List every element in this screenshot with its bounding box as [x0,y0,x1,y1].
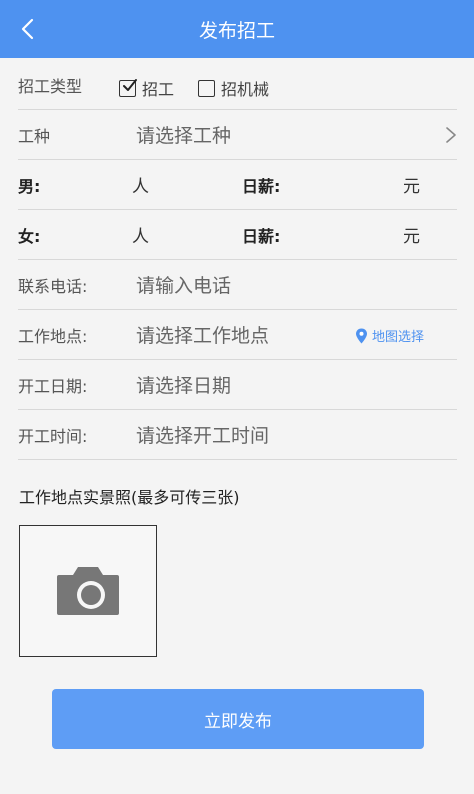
start-date-label: 开工日期: [18,376,88,396]
female-label: 女: [18,226,41,246]
checkbox-recruit-machine[interactable]: 招机械 [198,76,269,100]
submit-button[interactable]: 立即发布 [52,689,424,749]
female-wage-label: 日薪: [242,226,281,246]
app-header: 发布招工 [0,0,474,58]
location-row: 工作地点: 请选择工作地点 地图选择 [18,310,457,360]
page-title: 发布招工 [198,19,275,42]
female-row: 女: 人 日薪: 元 [18,210,457,260]
chevron-right-icon [446,127,456,143]
male-wage-label: 日薪: [242,176,281,196]
chevron-left-icon[interactable] [16,17,40,41]
female-count-unit: 人 [132,227,149,247]
job-type-label: 工种 [18,126,51,146]
location-select[interactable]: 请选择工作地点 [136,321,269,348]
camera-icon [57,567,119,615]
checkbox-unchecked-icon [198,79,215,97]
checkbox-checked-icon [119,78,137,97]
job-type-row[interactable]: 工种 请选择工种 [18,110,457,160]
male-count-unit: 人 [132,177,149,197]
checkbox-label: 招工 [142,80,175,99]
recruit-type-label: 招工类型 [18,76,83,96]
male-row: 男: 人 日薪: 元 [18,160,457,210]
checkbox-label: 招机械 [221,80,270,99]
photo-upload-box[interactable] [19,525,157,657]
phone-input[interactable]: 请输入电话 [136,271,231,298]
location-label: 工作地点: [18,326,88,346]
map-select-label: 地图选择 [372,330,425,345]
start-date-select[interactable]: 请选择日期 [136,371,231,398]
recruit-type-row: 招工类型 招工 招机械 [18,60,457,110]
start-date-row: 开工日期: 请选择日期 [18,360,457,410]
phone-label: 联系电话: [18,276,88,296]
start-time-select[interactable]: 请选择开工时间 [136,421,269,448]
photo-section-title: 工作地点实景照(最多可传三张) [19,488,240,507]
phone-row: 联系电话: 请输入电话 [18,260,457,310]
male-wage-unit: 元 [403,177,420,197]
female-wage-unit: 元 [403,227,420,247]
checkbox-recruit-worker[interactable]: 招工 [119,76,174,100]
map-select-button[interactable]: 地图选择 [355,326,424,345]
job-type-select[interactable]: 请选择工种 [136,121,231,148]
start-time-row: 开工时间: 请选择开工时间 [18,410,457,460]
location-pin-icon [356,328,367,343]
start-time-label: 开工时间: [18,426,88,446]
male-label: 男: [18,176,41,196]
